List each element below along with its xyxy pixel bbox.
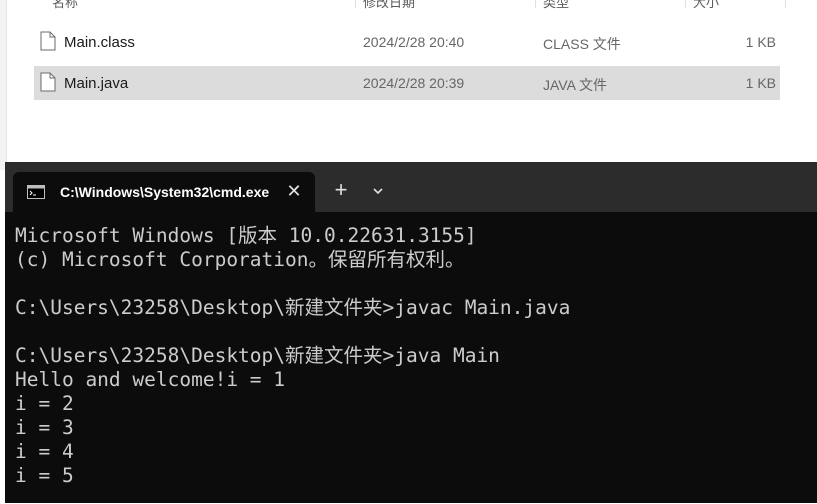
terminal-line: C:\Users\23258\Desktop\新建文件夹>java Main xyxy=(15,344,500,367)
terminal-line: (c) Microsoft Corporation。保留所有权利。 xyxy=(15,248,465,271)
column-header-type[interactable]: 类型 xyxy=(543,0,569,11)
file-size: 1 KB xyxy=(745,75,776,91)
file-name: Main.java xyxy=(64,75,129,92)
file-row-selected[interactable]: Main.java 2024/2/28 20:39 JAVA 文件 1 KB xyxy=(34,66,780,100)
column-headers: 名称 修改日期 类型 大小 xyxy=(0,0,817,14)
file-type: CLASS 文件 xyxy=(543,36,621,52)
file-modified: 2024/2/28 20:39 xyxy=(363,75,465,91)
file-explorer: 名称 修改日期 类型 大小 Main.class 2024/2/28 20:40… xyxy=(0,0,817,170)
chevron-down-icon[interactable] xyxy=(369,182,387,200)
column-divider[interactable] xyxy=(535,0,536,8)
file-icon xyxy=(40,72,56,92)
column-divider[interactable] xyxy=(785,0,786,8)
file-name: Main.class xyxy=(64,34,135,51)
file-row[interactable]: Main.class 2024/2/28 20:40 CLASS 文件 1 KB xyxy=(34,25,780,59)
close-tab-icon[interactable]: ✕ xyxy=(284,181,304,201)
tab-title: C:\Windows\System32\cmd.exe xyxy=(60,184,270,200)
terminal-titlebar[interactable]: C:\Windows\System32\cmd.exe ✕ + xyxy=(5,162,817,212)
terminal-line: Microsoft Windows [版本 10.0.22631.3155] xyxy=(15,224,477,247)
file-modified: 2024/2/28 20:40 xyxy=(363,34,465,50)
terminal-line: i = 2 xyxy=(15,392,74,415)
terminal-line: C:\Users\23258\Desktop\新建文件夹>javac Main.… xyxy=(15,296,571,319)
column-header-size[interactable]: 大小 xyxy=(693,0,719,11)
navigation-pane-edge xyxy=(0,0,7,170)
terminal-tab[interactable]: C:\Windows\System32\cmd.exe ✕ xyxy=(13,172,315,212)
column-divider[interactable] xyxy=(685,0,686,8)
file-icon xyxy=(40,31,56,51)
column-divider[interactable] xyxy=(355,0,356,8)
terminal-line: Hello and welcome!i = 1 xyxy=(15,368,286,391)
terminal-output[interactable]: Microsoft Windows [版本 10.0.22631.3155] (… xyxy=(15,224,815,504)
terminal-line: i = 3 xyxy=(15,416,74,439)
file-size: 1 KB xyxy=(745,34,776,50)
column-header-name[interactable]: 名称 xyxy=(52,0,78,11)
terminal-line: i = 5 xyxy=(15,464,74,487)
terminal-window[interactable]: C:\Windows\System32\cmd.exe ✕ + Microsof… xyxy=(5,162,817,503)
new-tab-plus-icon[interactable]: + xyxy=(331,179,351,201)
cmd-icon xyxy=(27,185,45,199)
terminal-line: i = 4 xyxy=(15,440,74,463)
column-header-modified[interactable]: 修改日期 xyxy=(363,0,415,11)
file-type: JAVA 文件 xyxy=(543,77,608,93)
